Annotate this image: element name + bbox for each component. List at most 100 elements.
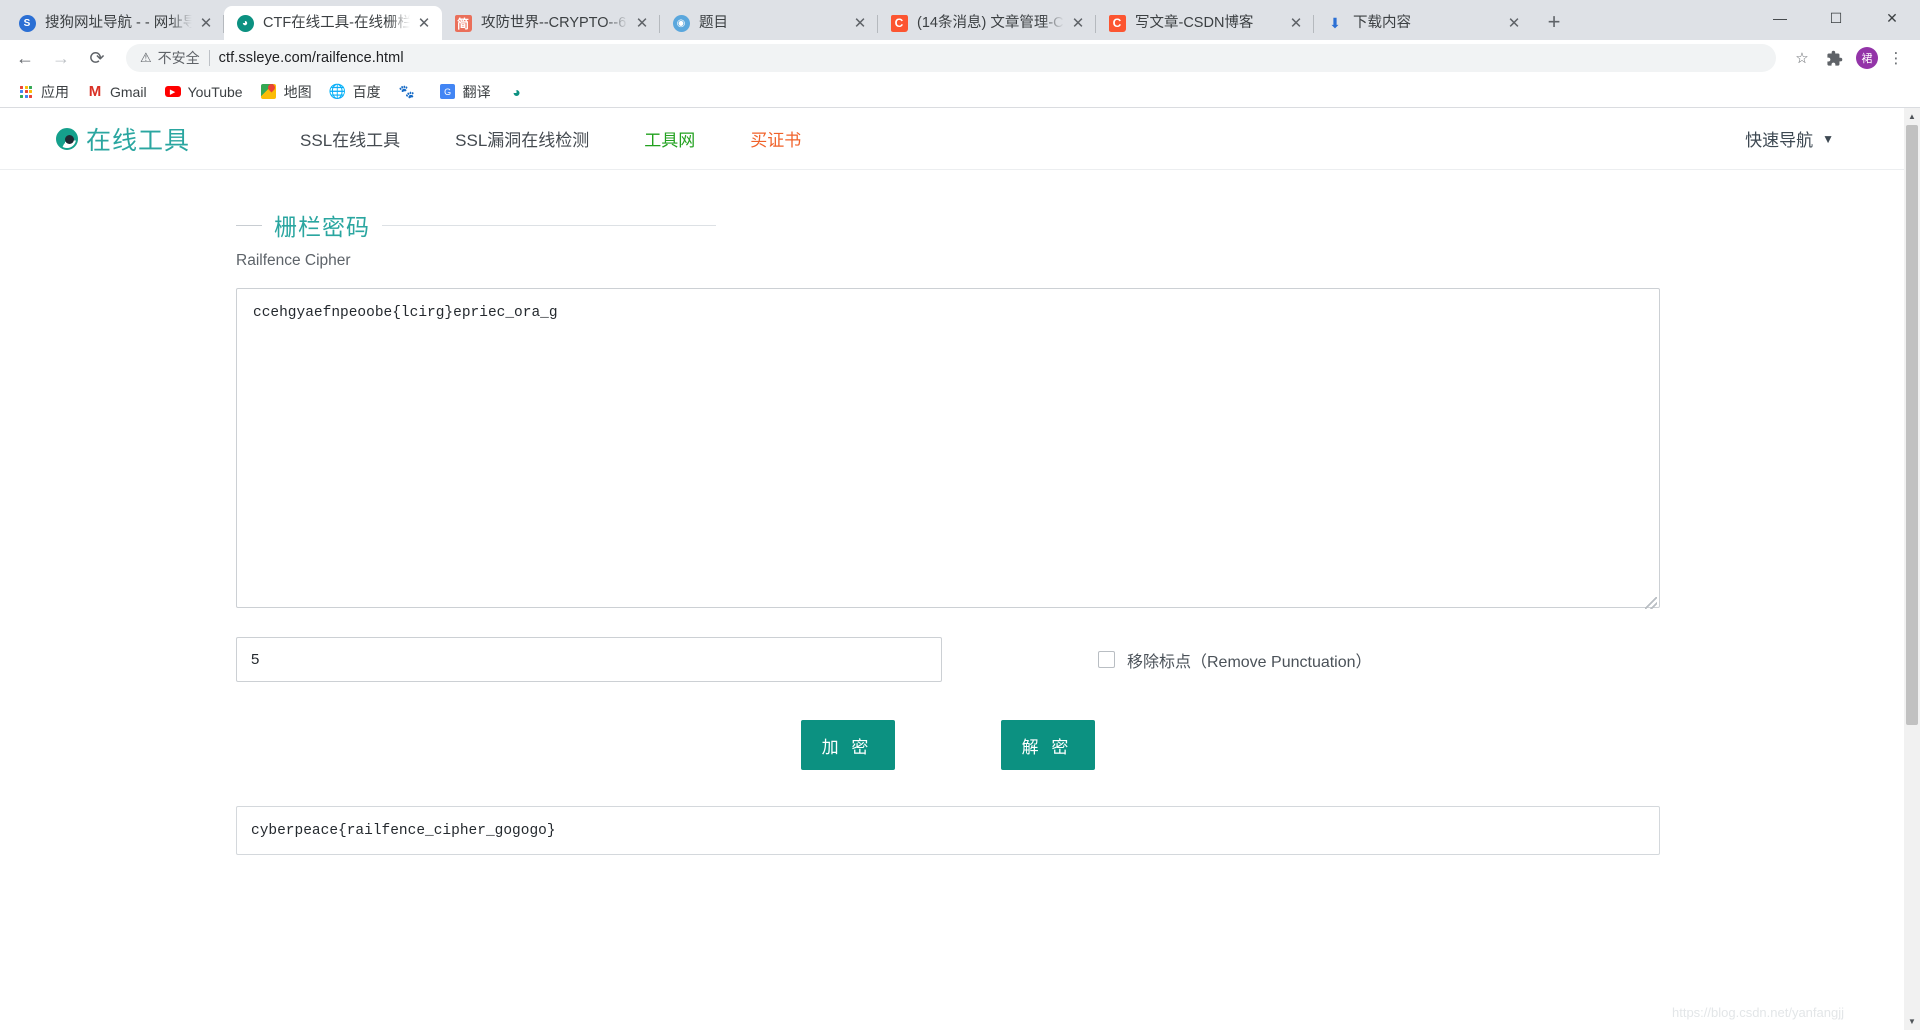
csdn-icon: C <box>890 14 908 32</box>
bookmark-label: 应用 <box>41 83 69 100</box>
bookmark-ctf-tool[interactable]: ◕ <box>501 81 540 103</box>
nav-item-buy-cert[interactable]: 买证书 <box>750 126 801 151</box>
web-page: 在线工具 SSL在线工具 SSL漏洞在线检测 工具网 买证书 快速导航 ▼ 栅栏… <box>0 108 1904 1030</box>
tab-5[interactable]: C 写文章-CSDN博客 ✕ <box>1096 6 1314 40</box>
window-controls: — ☐ ✕ <box>1752 0 1920 40</box>
rail-count-input[interactable] <box>236 637 942 682</box>
site-logo[interactable]: 在线工具 <box>56 121 190 157</box>
jianshu-icon: 简 <box>454 14 472 32</box>
tab-title: 攻防世界--CRYPTO--6 <box>481 15 627 31</box>
nav-item-ssl-scan[interactable]: SSL漏洞在线检测 <box>455 126 589 151</box>
csdn-icon: C <box>1108 14 1126 32</box>
bookmark-label: 地图 <box>283 83 312 100</box>
tab-4[interactable]: C (14条消息) 文章管理-CSDN博客 ✕ <box>878 6 1096 40</box>
encrypt-button[interactable]: 加 密 <box>801 720 895 770</box>
maximize-button[interactable]: ☐ <box>1808 0 1864 36</box>
decrypt-button[interactable]: 解 密 <box>1001 720 1095 770</box>
extensions-icon[interactable] <box>1820 44 1848 72</box>
bookmark-youtube[interactable]: ▶ YouTube <box>157 81 251 103</box>
close-window-button[interactable]: ✕ <box>1864 0 1920 36</box>
bookmark-baidu[interactable]: 🌐 百度 <box>322 79 389 105</box>
page-scrollbar[interactable]: ▲ ▼ <box>1904 108 1920 1030</box>
blog-watermark: https://blog.csdn.net/yanfangjj <box>1671 1005 1844 1020</box>
url-text: ctf.ssleye.com/railfence.html <box>218 50 404 66</box>
minimize-button[interactable]: — <box>1752 0 1808 36</box>
logo-mark-icon <box>56 127 78 150</box>
security-status-label: 不安全 <box>157 50 200 66</box>
tab-title: 搜狗网址导航 - - 网址导航 <box>45 15 192 31</box>
avatar[interactable]: 裙 <box>1856 47 1878 69</box>
tab-title: 题目 <box>699 15 728 31</box>
remove-punctuation-label: 移除标点（Remove Punctuation） <box>1127 653 1372 671</box>
divider <box>208 50 210 66</box>
tab-title: (14条消息) 文章管理-CSDN博客 <box>917 15 1064 31</box>
remove-punctuation-option[interactable]: 移除标点（Remove Punctuation） <box>1098 648 1372 672</box>
tab-close-button[interactable]: ✕ <box>1504 13 1524 33</box>
quick-nav-label: 快速导航 <box>1745 131 1814 150</box>
warning-triangle-icon: ⚠ <box>140 50 152 65</box>
ctf-tool-icon: ◕ <box>236 14 254 32</box>
bookmark-label: 百度 <box>352 83 381 100</box>
toolbar-right: ☆ 裙 ⋮ <box>1784 44 1910 72</box>
bookmark-gmail[interactable]: M Gmail <box>79 81 155 103</box>
remove-punctuation-checkbox[interactable] <box>1098 651 1115 668</box>
scrollbar-thumb[interactable] <box>1906 125 1918 725</box>
tab-6[interactable]: ⬇ 下载内容 ✕ <box>1314 6 1532 40</box>
google-maps-icon <box>261 82 277 100</box>
chrome-menu-icon[interactable]: ⋮ <box>1882 44 1910 72</box>
download-icon: ⬇ <box>1329 14 1341 31</box>
tool-content: 栅栏密码 Railfence Cipher 移除标点（Remove Punctu… <box>0 170 1904 855</box>
quick-nav-dropdown[interactable]: 快速导航 ▼ <box>1745 126 1834 151</box>
back-button[interactable]: ← <box>10 43 40 73</box>
site-header: 在线工具 SSL在线工具 SSL漏洞在线检测 工具网 买证书 快速导航 ▼ <box>0 108 1904 170</box>
bookmark-apps[interactable]: 应用 <box>10 79 77 105</box>
tab-title: 写文章-CSDN博客 <box>1135 15 1254 31</box>
nav-item-ssl-tools[interactable]: SSL在线工具 <box>300 126 400 151</box>
new-tab-button[interactable]: + <box>1538 6 1570 38</box>
tool-title-row: 栅栏密码 <box>236 208 716 242</box>
ctf-tool-icon: ◕ <box>512 83 521 100</box>
input-textarea-wrapper <box>236 288 1660 613</box>
title-rule <box>382 224 716 226</box>
google-translate-icon: G <box>440 84 456 100</box>
scroll-down-arrow-icon[interactable]: ▼ <box>1904 1013 1920 1030</box>
scroll-up-arrow-icon[interactable]: ▲ <box>1904 108 1920 125</box>
forward-button[interactable]: → <box>46 43 76 73</box>
bookmark-translate[interactable]: G 翻译 <box>432 79 499 105</box>
bookmark-maps[interactable]: 地图 <box>253 79 320 105</box>
title-dash-left <box>236 224 262 226</box>
tab-close-button[interactable]: ✕ <box>850 13 870 33</box>
browser-toolbar: ← → ⟳ ⚠ 不安全 ctf.ssleye.com/railfence.htm… <box>0 40 1920 76</box>
result-output-field[interactable]: cyberpeace{railfence_cipher_gogogo} <box>236 806 1660 855</box>
gmail-icon: M <box>88 83 102 100</box>
action-buttons-row: 加 密 解 密 <box>236 720 1660 770</box>
baidu-paw-icon: 🐾 <box>398 83 415 99</box>
tab-close-button[interactable]: ✕ <box>632 13 652 33</box>
youtube-icon: ▶ <box>164 84 181 100</box>
tab-close-button[interactable]: ✕ <box>1068 13 1088 33</box>
tab-3[interactable]: ◉ 题目 ✕ <box>660 6 878 40</box>
bookmark-label: YouTube <box>187 83 243 100</box>
bookmark-star-icon[interactable]: ☆ <box>1788 44 1816 72</box>
tab-strip: S 搜狗网址导航 - - 网址导航 ✕ ◕ CTF在线工具-在线栅栏密码加密 ✕… <box>0 0 1920 40</box>
tab-title: 下载内容 <box>1353 15 1411 31</box>
page-viewport: 在线工具 SSL在线工具 SSL漏洞在线检测 工具网 买证书 快速导航 ▼ 栅栏… <box>0 108 1920 1030</box>
bookmark-label: 翻译 <box>462 83 491 100</box>
tab-close-button[interactable]: ✕ <box>414 13 434 33</box>
result-text: cyberpeace{railfence_cipher_gogogo} <box>251 822 556 839</box>
nav-item-toolnet[interactable]: 工具网 <box>644 126 695 151</box>
tab-2[interactable]: 简 攻防世界--CRYPTO--6 ✕ <box>442 6 660 40</box>
scrollbar-track[interactable] <box>1904 125 1920 1013</box>
tab-0[interactable]: S 搜狗网址导航 - - 网址导航 ✕ <box>6 6 224 40</box>
baidu-globe-icon: 🌐 <box>328 83 347 99</box>
reload-button[interactable]: ⟳ <box>82 43 112 73</box>
tab-title: CTF在线工具-在线栅栏密码加密 <box>263 15 410 31</box>
page-subtitle: Railfence Cipher <box>236 252 351 269</box>
cipher-input-textarea[interactable] <box>236 288 1660 608</box>
address-bar[interactable]: ⚠ 不安全 ctf.ssleye.com/railfence.html <box>126 44 1776 72</box>
tab-1-active[interactable]: ◕ CTF在线工具-在线栅栏密码加密 ✕ <box>224 6 442 40</box>
tab-close-button[interactable]: ✕ <box>1286 13 1306 33</box>
tab-close-button[interactable]: ✕ <box>196 13 216 33</box>
textarea-resize-handle[interactable] <box>1645 597 1657 609</box>
bookmark-baidu-paw[interactable]: 🐾 <box>391 81 430 103</box>
